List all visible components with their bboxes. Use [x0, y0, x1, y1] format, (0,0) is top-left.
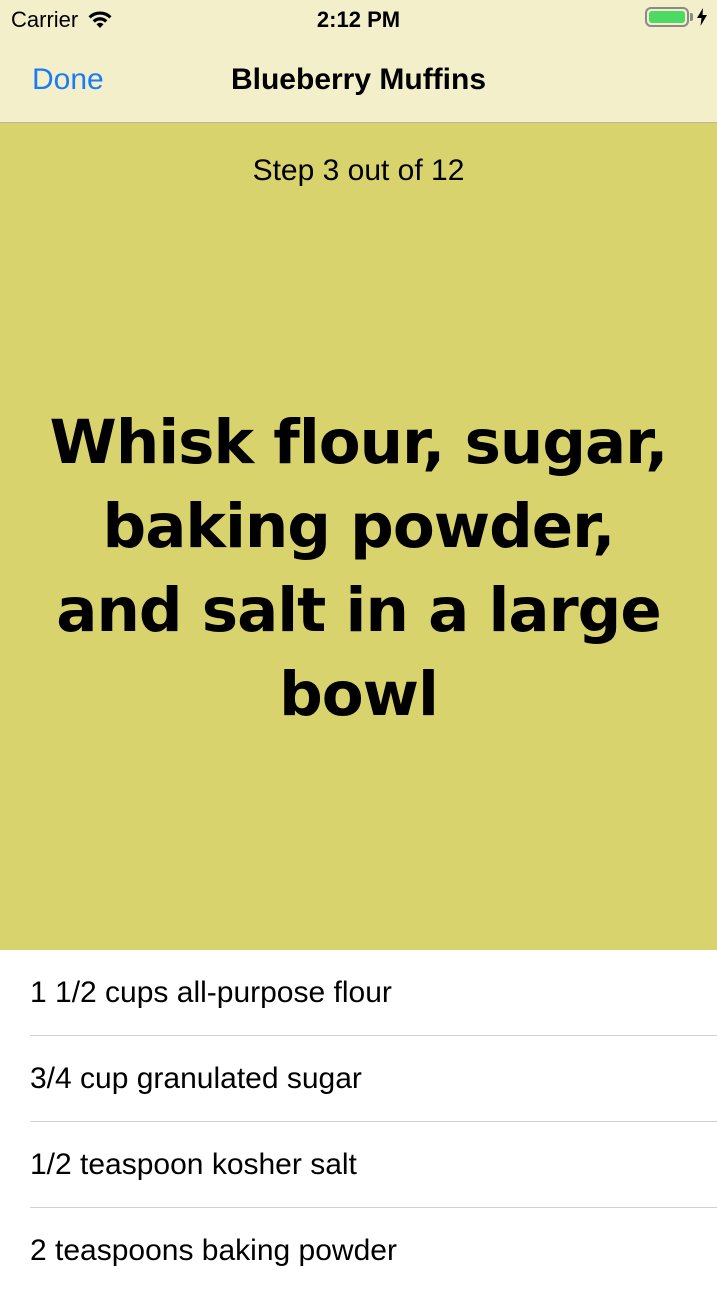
- status-time: 2:12 PM: [316, 7, 401, 32]
- ingredient-label: 1/2 teaspoon kosher salt: [30, 1148, 357, 1181]
- charging-bolt-icon: [697, 8, 707, 26]
- battery-level: [649, 11, 685, 23]
- ingredient-row[interactable]: 1 1/2 cups all-purpose flour: [30, 950, 717, 1036]
- status-bar: Carrier 2:12 PM: [0, 0, 717, 40]
- step-card[interactable]: Step 3 out of 12 Whisk flour, sugar, bak…: [0, 123, 717, 950]
- top-bar: Carrier 2:12 PM Done Blueberry Muffins: [0, 0, 717, 123]
- step-instruction: Whisk flour, sugar, baking powder, and s…: [49, 407, 669, 730]
- battery-cap: [690, 13, 693, 21]
- ingredient-row[interactable]: 3/4 cup granulated sugar: [30, 1036, 717, 1122]
- ingredient-label: 1 1/2 cups all-purpose flour: [30, 976, 392, 1009]
- ingredient-label: 3/4 cup granulated sugar: [30, 1062, 362, 1095]
- navigation-bar: Done Blueberry Muffins: [0, 40, 717, 122]
- ingredient-list: 1 1/2 cups all-purpose flour 3/4 cup gra…: [0, 950, 717, 1275]
- battery-icon: [645, 7, 689, 27]
- battery-group: [645, 7, 707, 27]
- ingredient-row[interactable]: 2 teaspoons baking powder: [30, 1208, 717, 1294]
- ingredient-label: 2 teaspoons baking powder: [30, 1234, 397, 1267]
- page-title: Blueberry Muffins: [230, 63, 487, 96]
- step-counter: Step 3 out of 12: [252, 154, 465, 187]
- ingredient-row[interactable]: 1/2 teaspoon kosher salt: [30, 1122, 717, 1208]
